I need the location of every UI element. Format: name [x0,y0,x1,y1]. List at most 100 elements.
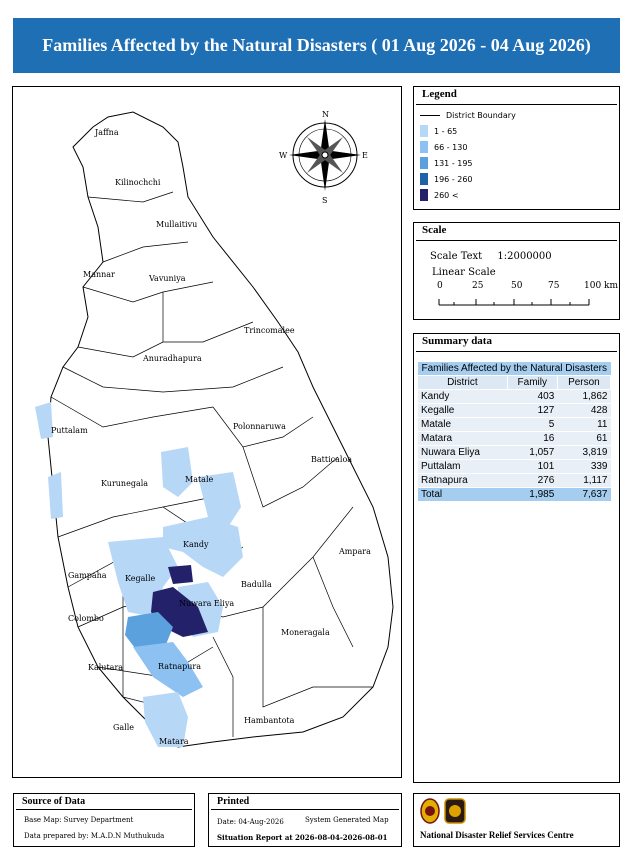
legend-class: 196 - 260 [420,173,473,185]
legend-heading: Legend [416,87,617,105]
cell-person: 11 [557,417,611,432]
cell-person: 1,862 [557,389,611,404]
label-batticaloa: Batticaloa [311,455,352,464]
legend-boundary: District Boundary [420,111,516,120]
table-row: Kegalle 127 428 [418,403,611,418]
total-row: Total 1,985 7,637 [418,487,611,502]
source-panel: Source of Data Base Map: Survey Departme… [13,793,195,847]
legend-class-label: 260 < [434,190,459,200]
summary-caption: Families Affected by the Natural Disaste… [418,362,611,376]
compass-w: W [279,151,288,160]
cell-family: 403 [507,389,558,404]
legend-swatch [420,189,428,201]
cell-family: 5 [507,417,558,432]
legend-class-label: 66 - 130 [434,142,468,152]
label-kegalle: Kegalle [125,574,156,583]
scale-tick: 75 [548,281,560,291]
printed-generated: System Generated Map [305,816,389,824]
table-row: Kandy 403 1,862 [418,389,611,404]
legend-swatch [420,141,428,153]
scale-panel: Scale Scale Text 1:2000000 Linear Scale … [413,222,620,320]
legend-boundary-label: District Boundary [446,111,516,120]
cell-district: Matara [418,431,508,446]
cell-person: 3,819 [557,445,611,460]
legend-swatch [420,157,428,169]
label-galle: Galle [113,723,134,732]
linear-scale-label: Linear Scale [432,267,496,278]
label-matale: Matale [185,475,214,484]
cell-total-family: 1,985 [507,487,558,502]
legend-panel: Legend District Boundary 1 - 65 66 - 130… [413,86,620,210]
cell-person: 61 [557,431,611,446]
col-district: District [418,375,508,390]
boundary-line-icon [420,115,440,116]
label-nuwara-eliya: Nuwara Eliya [179,599,234,608]
ndrsc-logo-icon [444,798,466,824]
org-panel: National Disaster Relief Services Centre [413,793,620,847]
legend-swatch [420,125,428,137]
scale-tick: 50 [511,281,523,291]
scale-text-row: Scale Text 1:2000000 [430,251,552,262]
cell-total-label: Total [418,487,508,502]
legend-class: 131 - 195 [420,157,473,169]
scale-heading: Scale [416,223,617,241]
label-kurunegala: Kurunegala [101,479,148,488]
cell-district: Ratnapura [418,473,508,488]
table-row: Matara 16 61 [418,431,611,446]
scale-text-label: Scale Text [430,251,483,262]
compass-n: N [322,110,329,119]
label-badulla: Badulla [241,580,272,589]
label-trincomalee: Trincomalee [244,326,295,335]
legend-class: 66 - 130 [420,141,467,153]
legend-class-label: 196 - 260 [434,174,473,184]
label-gampaha: Gampaha [68,571,107,580]
map-title: Families Affected by the Natural Disaste… [42,35,591,55]
compass-e: E [362,151,368,160]
scale-text-value: 1:2000000 [497,251,552,262]
col-person: Person [557,375,612,390]
legend-swatch [420,173,428,185]
cell-person: 1,117 [557,473,611,488]
printed-heading: Printed [211,794,399,810]
col-family: Family [507,375,558,390]
cell-family: 16 [507,431,558,446]
cell-total-person: 7,637 [557,487,611,502]
label-ratnapura: Ratnapura [158,662,201,671]
cell-district: Kegalle [418,403,508,418]
cell-district: Kandy [418,389,508,404]
label-hambantota: Hambantota [244,716,295,725]
label-kandy: Kandy [183,540,209,549]
printed-date: Date: 04-Aug-2026 [217,818,284,826]
government-emblem-icon [420,798,440,824]
scale-tick: 0 [437,281,443,291]
cell-person: 339 [557,459,611,474]
legend-class: 1 - 65 [420,125,457,137]
table-row: Nuwara Eliya 1,057 3,819 [418,445,611,460]
table-row: Puttalam 101 339 [418,459,611,474]
label-jaffna: Jaffna [94,128,119,137]
cell-family: 101 [507,459,558,474]
label-matara: Matara [159,737,189,746]
summary-table: Families Affected by the Natural Disaste… [418,362,612,502]
label-kalutara: Kalutara [88,663,123,672]
printed-panel: Printed Date: 04-Aug-2026 System Generat… [208,793,402,847]
cell-family: 1,057 [507,445,558,460]
label-polonnaruwa: Polonnaruwa [233,422,286,431]
cell-district: Nuwara Eliya [418,445,508,460]
legend-class: 260 < [420,189,459,201]
area-puttalam-2 [48,472,63,519]
legend-class-label: 1 - 65 [434,126,458,136]
map-title-bar: Families Affected by the Natural Disaste… [13,18,620,73]
map-frame: Jaffna Kilinochchi Mullaitivu Mannar Vav… [12,86,402,778]
table-row: Ratnapura 276 1,117 [418,473,611,488]
source-prepared: Data prepared by: M.A.D.N Muthukuda [24,832,165,840]
label-mannar: Mannar [83,270,115,279]
cell-family: 276 [507,473,558,488]
source-base-map: Base Map: Survey Department [24,816,134,824]
source-heading: Source of Data [16,794,192,810]
label-mullaitivu: Mullaitivu [156,220,197,229]
table-row: Matale 5 11 [418,417,611,432]
org-name: National Disaster Relief Services Centre [420,830,574,840]
compass-rose-icon: N S E W [279,110,368,205]
scale-tick: 100 km [584,281,619,291]
